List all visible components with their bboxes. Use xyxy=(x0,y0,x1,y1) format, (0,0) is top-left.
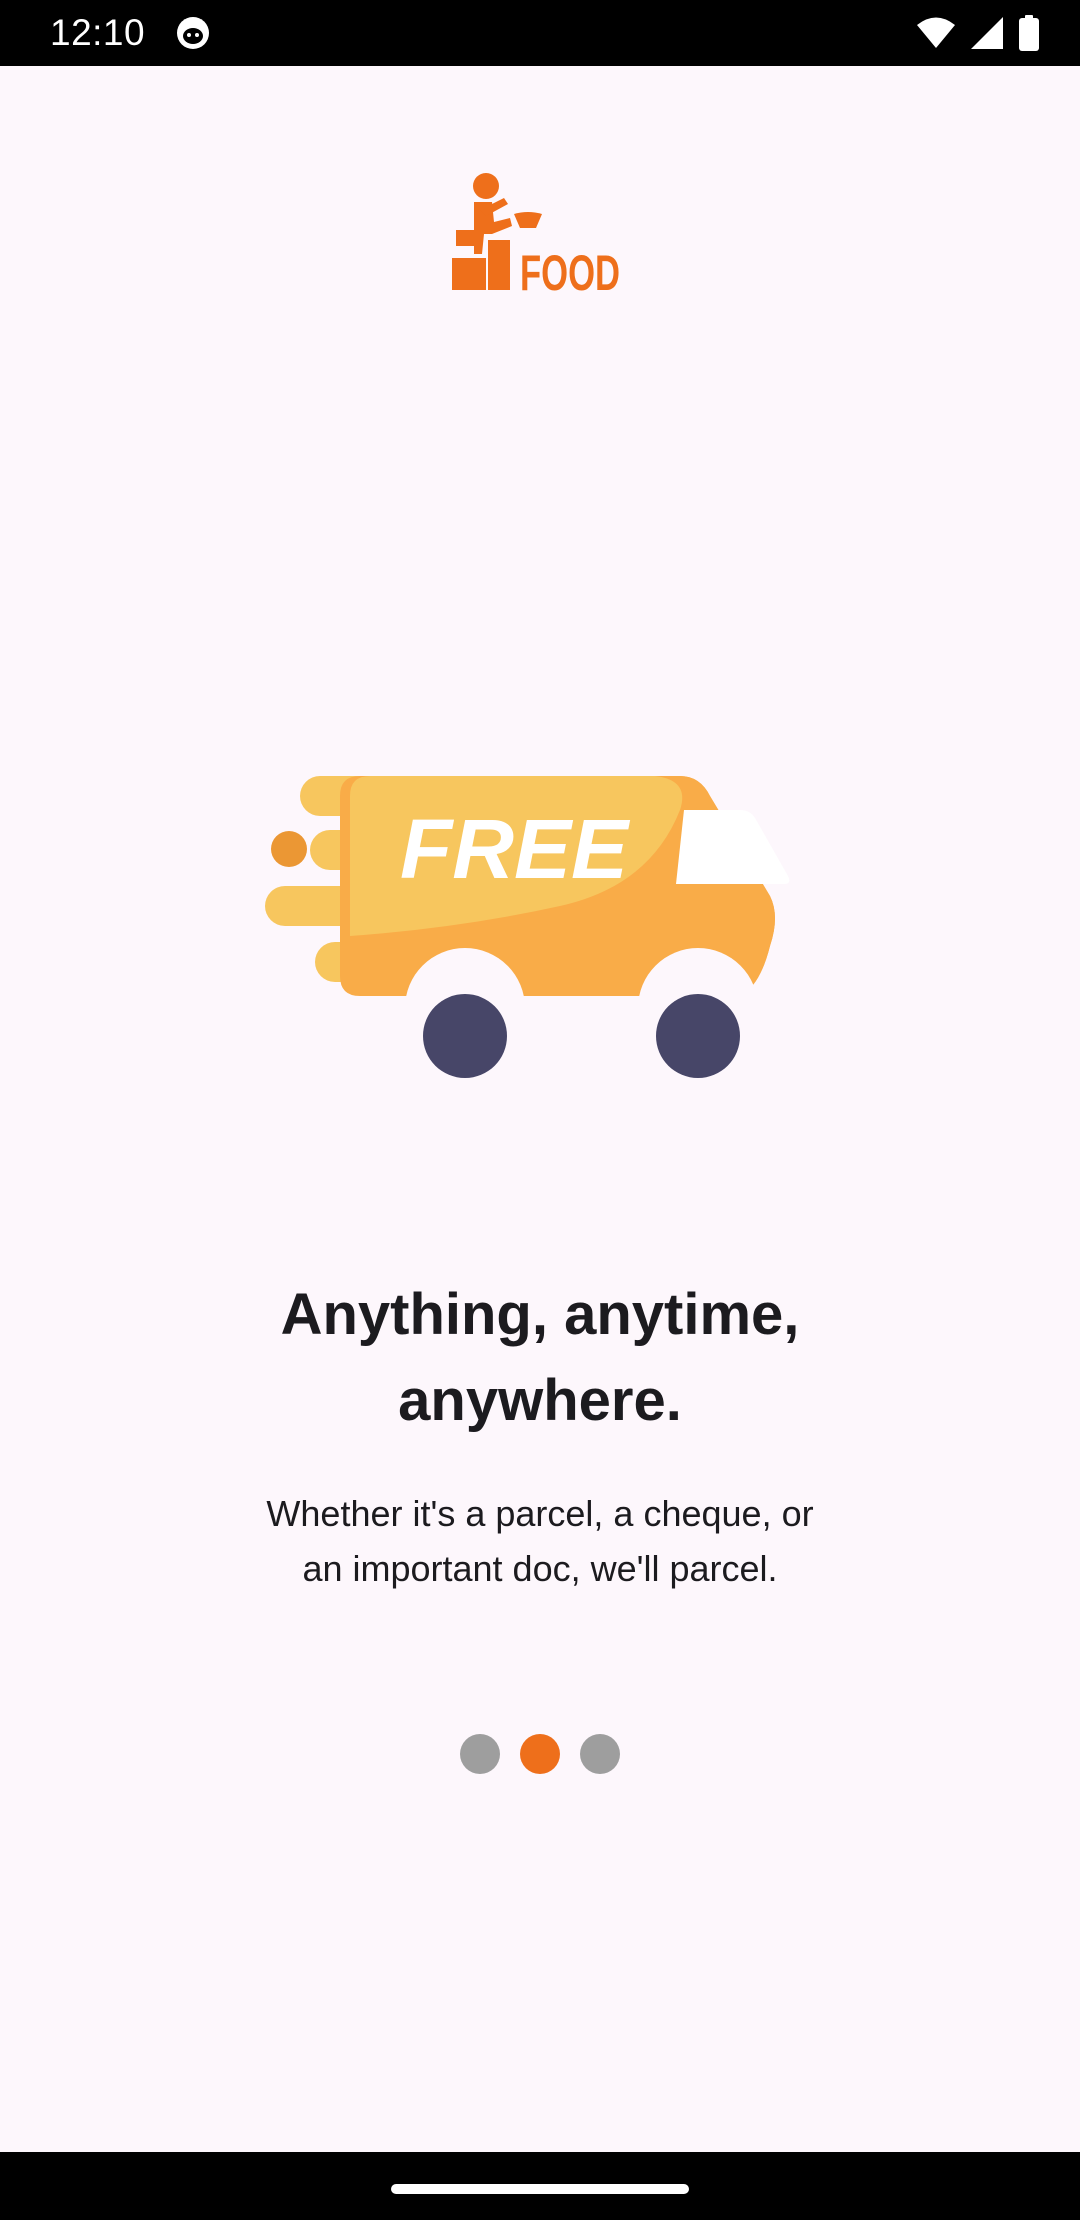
page-dot-1[interactable] xyxy=(460,1734,500,1774)
status-icons xyxy=(916,14,1040,52)
title-line-1: Anything, anytime, xyxy=(280,1282,800,1347)
title-line-2: anywhere. xyxy=(398,1368,682,1433)
onboarding-title: Anything, anytime, anywhere. xyxy=(140,1272,940,1444)
onboarding-subtitle: Whether it's a parcel, a cheque, or an i… xyxy=(200,1486,880,1596)
battery-icon xyxy=(1019,15,1039,51)
subtitle-line-1: Whether it's a parcel, a cheque, or xyxy=(266,1493,814,1534)
subtitle-line-2: an important doc, we'll parcel. xyxy=(302,1548,778,1589)
home-gesture-handle[interactable] xyxy=(391,2184,689,2194)
svg-text:FOOD: FOOD xyxy=(520,245,620,294)
cellular-signal-icon xyxy=(971,17,1003,49)
onboarding-screen: FOOD FREE Anything, anytime, anywhere. W… xyxy=(0,66,1080,2152)
cat-notification-icon xyxy=(177,17,209,49)
free-delivery-truck-illustration: FREE xyxy=(265,776,790,1078)
svg-text:FREE: FREE xyxy=(400,802,631,896)
page-indicator xyxy=(0,1734,1080,1774)
page-dot-2-active[interactable] xyxy=(520,1734,560,1774)
page-dot-3[interactable] xyxy=(580,1734,620,1774)
food-logo: FOOD xyxy=(452,173,620,294)
wifi-icon xyxy=(917,17,955,48)
navigation-bar xyxy=(0,2152,1080,2220)
status-time: 12:10 xyxy=(50,12,146,53)
status-bar: 12:10 xyxy=(0,0,1080,66)
